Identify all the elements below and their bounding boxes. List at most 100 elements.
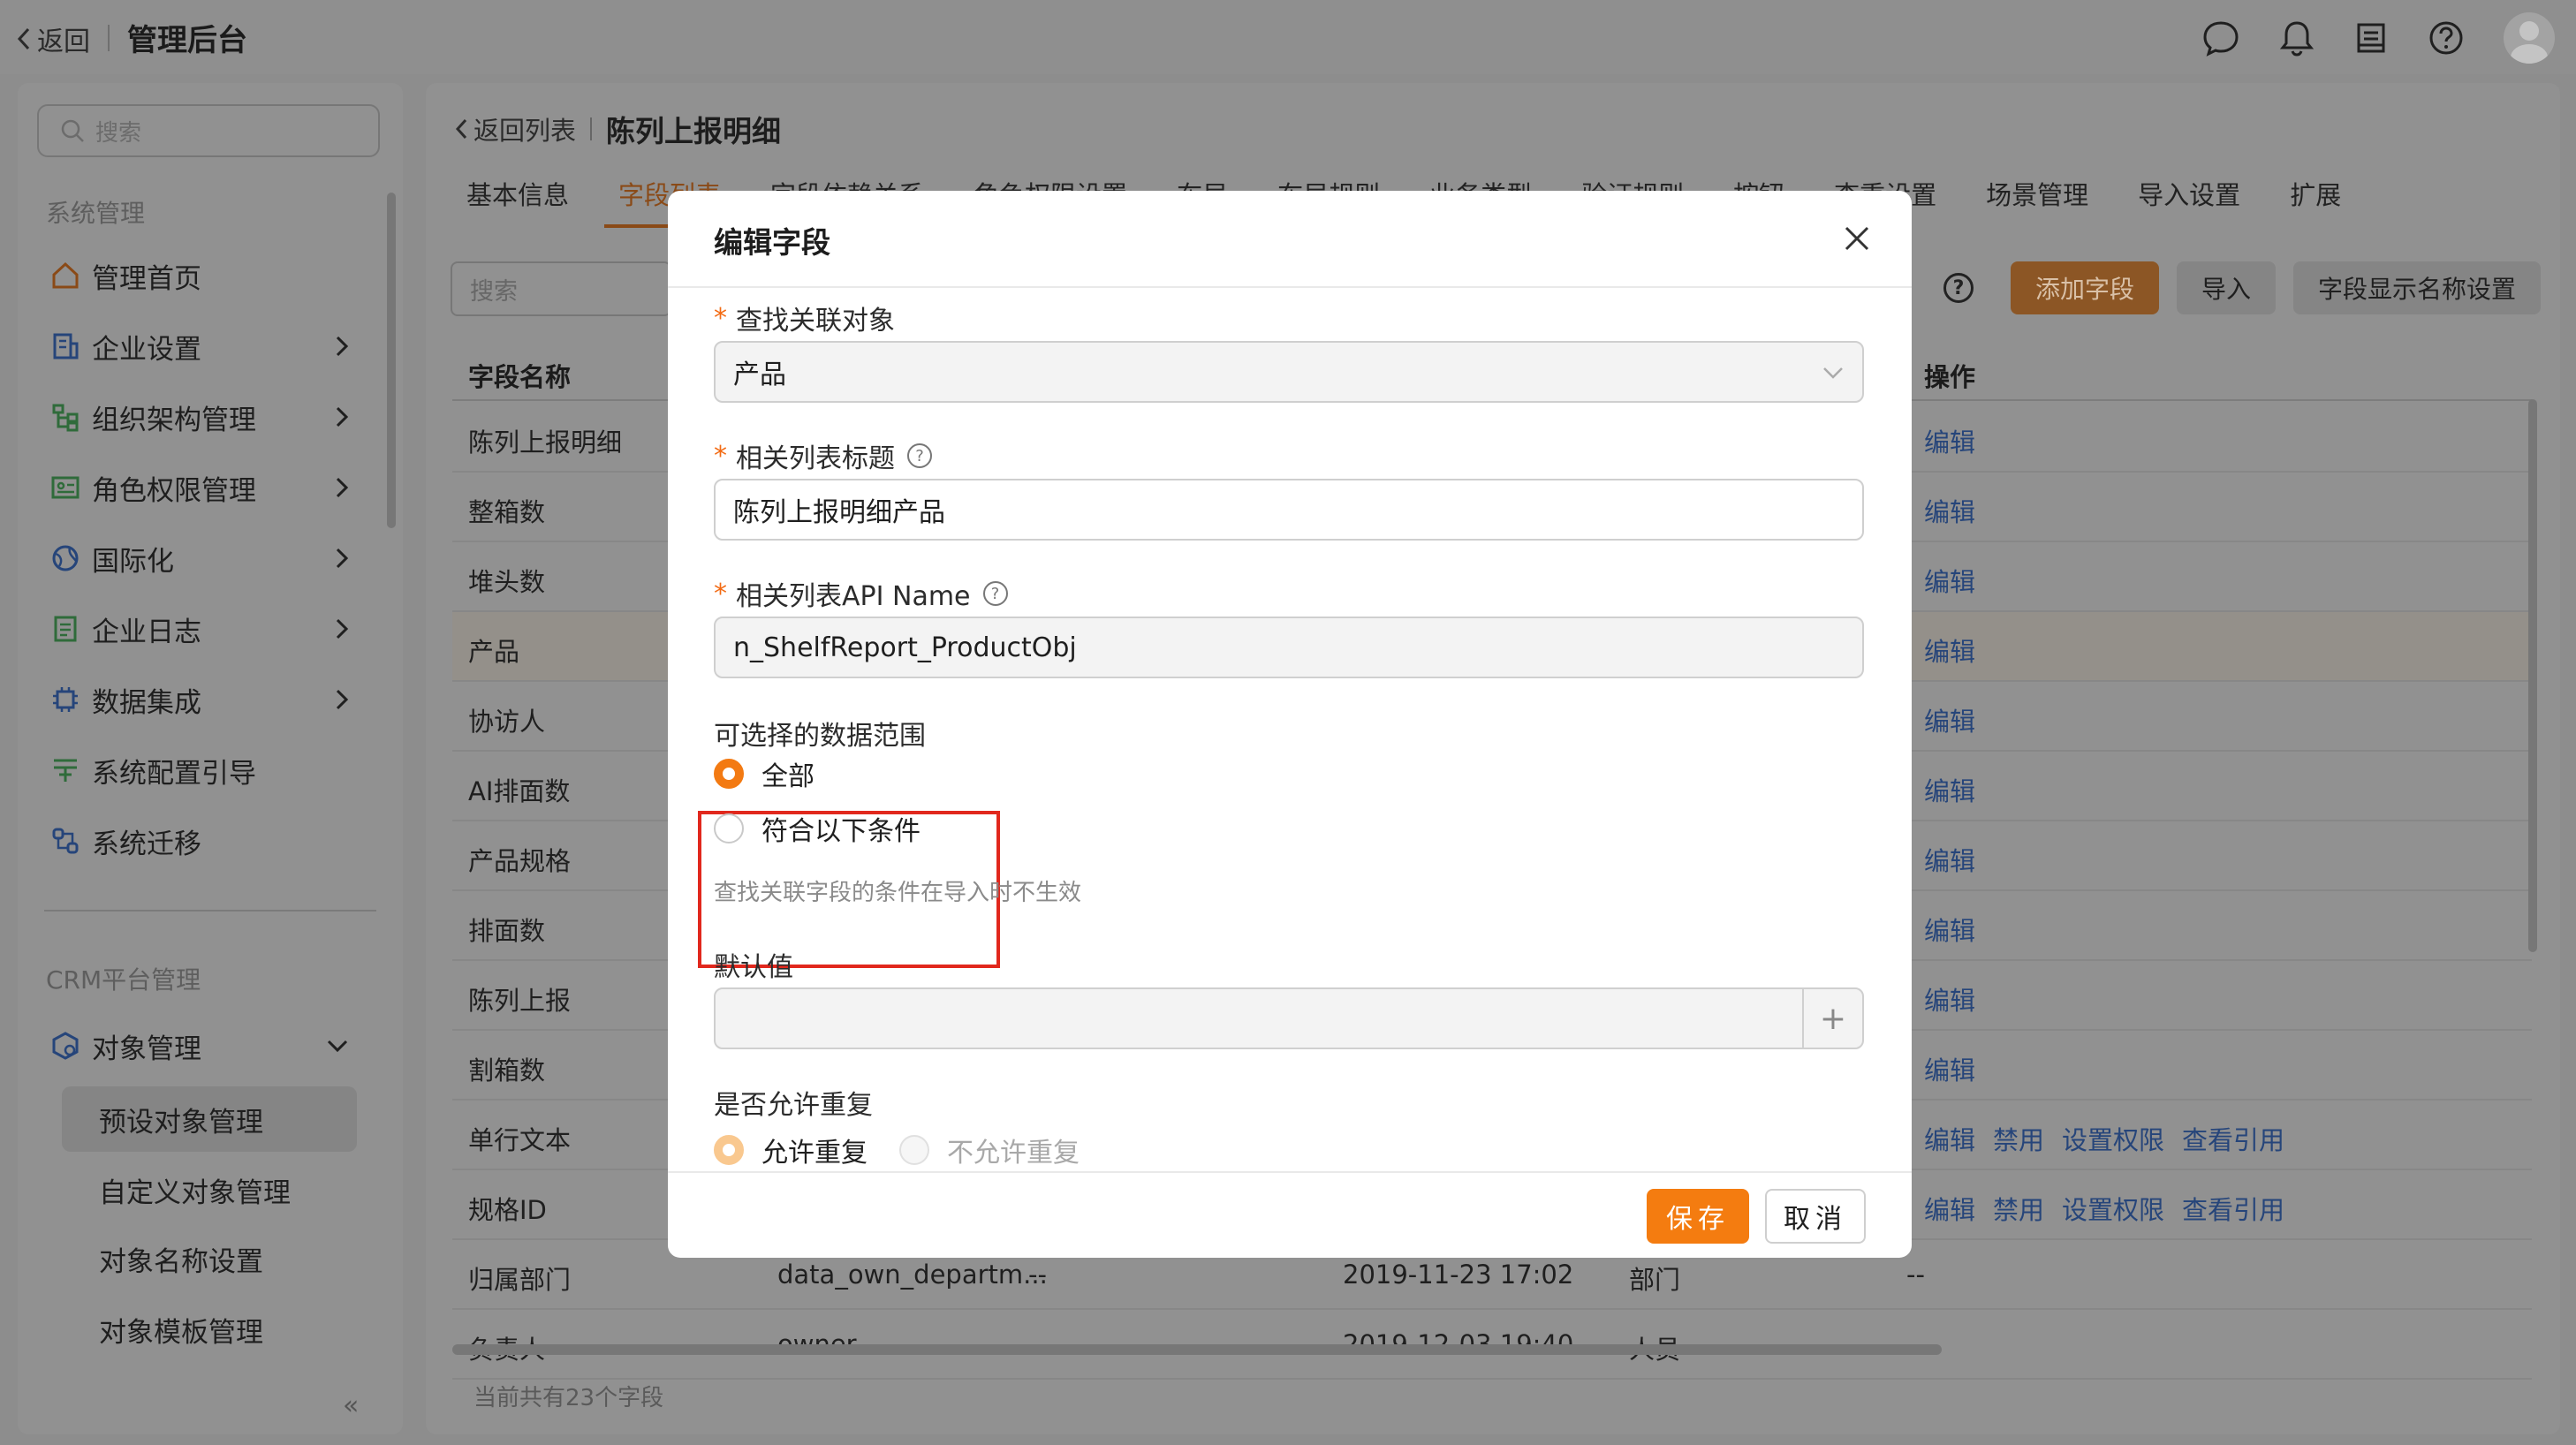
cell-api-name: data_own_departm... [777, 1260, 1048, 1290]
user-avatar[interactable] [2504, 12, 2555, 64]
sidebar-sub-custom-objects[interactable]: 自定义对象管理 [62, 1157, 357, 1222]
row-action-link[interactable]: 编辑 [1924, 701, 1975, 738]
sidebar-item-i18n[interactable]: 国际化 [49, 533, 367, 583]
default-value-input[interactable]: + [714, 987, 1864, 1049]
tab-extend[interactable]: 扩展 [2290, 175, 2341, 230]
dialog-body: * 查找关联对象 产品 * 相关列表标题 ? 陈列上报明细产品 * 相关列表AP… [668, 288, 1912, 1171]
sidebar-item-role[interactable]: 角色权限管理 [49, 463, 367, 512]
row-action-link[interactable]: 编辑 [1924, 492, 1975, 529]
sidebar-item-enterprise[interactable]: 企业设置 [49, 322, 367, 371]
cell-field-name: 整箱数 [468, 497, 546, 527]
allow-duplicate-option[interactable]: 允许重复 [761, 1131, 868, 1169]
sidebar-sub-preset-objects[interactable]: 预设对象管理 [62, 1086, 357, 1152]
sidebar-item-home[interactable]: 管理首页 [49, 251, 367, 300]
row-actions: 编辑 [1924, 841, 1975, 878]
sidebar-item-migrate[interactable]: 系统迁移 [49, 816, 367, 866]
chat-icon[interactable] [2201, 19, 2240, 57]
row-action-link[interactable]: 编辑 [1924, 911, 1975, 948]
column-header-name: 字段名称 [468, 362, 572, 392]
help-icon[interactable]: ? [907, 443, 932, 468]
lookup-object-select[interactable]: 产品 [714, 341, 1864, 403]
row-actions: 编辑 [1924, 980, 1975, 1018]
api-name-label: * 相关列表API Name ? [714, 574, 1008, 613]
top-icons [2201, 12, 2576, 64]
sidebar-item-org[interactable]: 组织架构管理 [49, 392, 367, 442]
radio-unselected[interactable] [714, 813, 744, 844]
tab-import-settings[interactable]: 导入设置 [2138, 175, 2240, 230]
sidebar-sub-object-names[interactable]: 对象名称设置 [62, 1226, 357, 1291]
bell-icon[interactable] [2279, 19, 2315, 57]
add-formula-button[interactable]: + [1802, 989, 1862, 1048]
row-actions: 编辑 [1924, 632, 1975, 669]
row-action-link[interactable]: 编辑 [1924, 422, 1975, 459]
tab-scene[interactable]: 场景管理 [1986, 175, 2088, 230]
back-label: 返回 [37, 26, 90, 57]
row-action-link[interactable]: 编辑 [1924, 1050, 1975, 1087]
sidebar-item-object-mgmt[interactable]: 对象管理 [49, 1021, 367, 1071]
duplicate-options: 允许重复 不允许重复 [714, 1131, 1080, 1169]
close-icon[interactable] [1843, 224, 1871, 253]
row-action-link[interactable]: 编辑 [1924, 632, 1975, 669]
building-icon [49, 330, 81, 362]
row-action-link[interactable]: 设置权限 [2062, 1120, 2164, 1157]
row-action-link[interactable]: 查看引用 [2182, 1120, 2284, 1157]
cell-field-name: 归属部门 [468, 1265, 572, 1295]
table-vertical-scrollbar[interactable] [2528, 399, 2537, 952]
help-icon[interactable] [2428, 19, 2465, 57]
top-bar: 返回 管理后台 [0, 0, 2576, 74]
api-name-input[interactable]: n_ShelfReport_ProductObj [714, 617, 1864, 678]
sidebar-item-label: 对象管理 [92, 1033, 201, 1065]
collapse-sidebar-icon[interactable]: « [343, 1390, 359, 1421]
row-action-link[interactable]: 查看引用 [2182, 1190, 2284, 1227]
help-icon[interactable]: ? [1943, 273, 1974, 303]
chevron-right-icon [336, 618, 349, 639]
field-display-name-button[interactable]: 字段显示名称设置 [2292, 261, 2541, 314]
default-value-label: 默认值 [714, 945, 793, 984]
back-to-list-link[interactable]: 返回列表 [474, 110, 576, 148]
row-action-link[interactable]: 编辑 [1924, 841, 1975, 878]
row-actions: 编辑 [1924, 422, 1975, 459]
sidebar-item-integration[interactable]: 数据集成 [49, 675, 367, 724]
radio-selected[interactable] [714, 759, 744, 789]
required-mark: * [714, 578, 727, 609]
row-actions: 编辑 [1924, 701, 1975, 738]
row-actions: 编辑 [1924, 771, 1975, 808]
back-link[interactable]: 返回 [16, 19, 90, 58]
radio-selected[interactable] [714, 1135, 744, 1165]
related-title-input[interactable]: 陈列上报明细产品 [714, 479, 1864, 541]
range-option-conditions[interactable]: 符合以下条件 [714, 809, 921, 848]
row-action-link[interactable]: 设置权限 [2062, 1190, 2164, 1227]
row-action-link[interactable]: 编辑 [1924, 562, 1975, 599]
sidebar-scrollbar[interactable] [387, 193, 396, 528]
row-action-link[interactable]: 禁用 [1993, 1190, 2044, 1227]
row-action-link[interactable]: 编辑 [1924, 980, 1975, 1018]
sidebar-item-label: 数据集成 [92, 686, 201, 719]
allow-duplicate-label-text: 是否允许重复 [714, 1090, 873, 1121]
radio-unselected[interactable] [899, 1135, 929, 1165]
import-button[interactable]: 导入 [2176, 261, 2276, 314]
sidebar-item-label: 系统配置引导 [92, 757, 256, 790]
row-action-link[interactable]: 编辑 [1924, 1120, 1975, 1157]
sidebar-item-guide[interactable]: 系统配置引导 [49, 745, 367, 795]
help-icon[interactable]: ? [982, 581, 1008, 606]
sidebar-sub-object-templates[interactable]: 对象模板管理 [62, 1297, 357, 1362]
table-horizontal-scrollbar[interactable] [452, 1344, 1942, 1355]
column-header-ops: 操作 [1924, 362, 1976, 392]
book-icon[interactable] [2353, 20, 2389, 56]
sidebar-search-input[interactable]: 搜索 [37, 104, 380, 157]
row-action-link[interactable]: 编辑 [1924, 1190, 1975, 1227]
tab-basic-info[interactable]: 基本信息 [466, 175, 569, 230]
sidebar-item-log[interactable]: 企业日志 [49, 604, 367, 654]
row-action-link[interactable]: 禁用 [1993, 1120, 2044, 1157]
field-search-input[interactable]: 搜索 [451, 261, 671, 316]
sidebar-item-label: 角色权限管理 [92, 474, 256, 507]
deny-duplicate-option[interactable]: 不允许重复 [947, 1131, 1080, 1169]
save-button[interactable]: 保存 [1647, 1189, 1749, 1244]
required-mark: * [714, 440, 727, 472]
cell-created-time: 2019-11-23 17:02 [1343, 1260, 1574, 1290]
row-action-link[interactable]: 编辑 [1924, 771, 1975, 808]
range-option-all[interactable]: 全部 [714, 754, 814, 793]
add-field-button[interactable]: 添加字段 [2010, 261, 2159, 314]
cell-field-name: 陈列上报 [468, 986, 572, 1016]
cancel-button[interactable]: 取消 [1765, 1189, 1866, 1244]
